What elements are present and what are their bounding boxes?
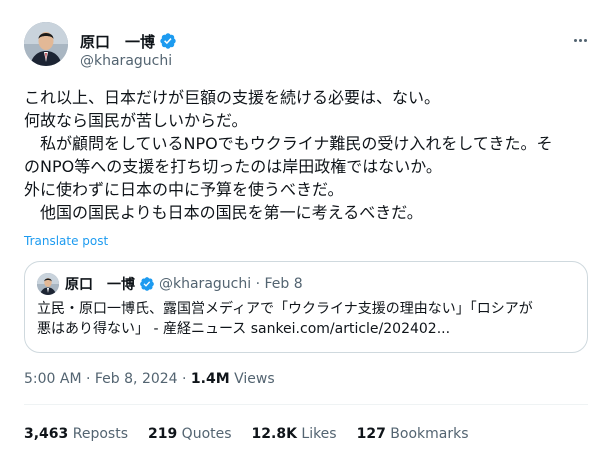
translate-post-link[interactable]: Translate post (24, 234, 108, 248)
quoted-tweet-card[interactable]: 原口 一博 @kharaguchi · Feb 8 立民・原口一博氏、露国営メデ… (24, 261, 588, 353)
tweet-text-line: のNPO等への支援を打ち切ったのは岸田政権ではないか。 (24, 157, 442, 176)
divider (24, 404, 588, 405)
quotes-stat[interactable]: 219 Quotes (148, 426, 232, 442)
views-label: Views (229, 371, 275, 387)
views-count: 1.4M (190, 371, 230, 387)
likes-label: Likes (296, 426, 337, 442)
quote-text-line: 立民・原口一博氏、露国営メディアで「ウクライナ支援の理由ない」「ロシアが (37, 301, 533, 317)
more-dot (583, 38, 587, 42)
more-dot (573, 38, 577, 42)
quotes-count: 219 (148, 426, 178, 442)
quote-header: 原口 一博 @kharaguchi · Feb 8 (65, 274, 303, 294)
bookmarks-count: 127 (356, 426, 386, 442)
more-options-icon[interactable] (570, 33, 590, 47)
quote-text: 立民・原口一博氏、露国営メディアで「ウクライナ支援の理由ない」「ロシアが 悪はあ… (37, 299, 582, 339)
quote-text-line: 悪はあり得ない」 - 産経ニュース sankei.com/article/202… (37, 321, 451, 337)
quotes-label: Quotes (177, 426, 232, 442)
engagement-stats: 3,463 Reposts 219 Quotes 12.8K Likes 127… (24, 426, 469, 442)
tweet-detail: 原口 一博 @kharaguchi これ以上、日本だけが巨額の支援を続ける必要は… (0, 0, 607, 458)
quote-handle-date[interactable]: @kharaguchi · Feb 8 (159, 276, 303, 292)
avatar-photo-icon (24, 22, 68, 66)
reposts-stat[interactable]: 3,463 Reposts (24, 426, 128, 442)
author-handle[interactable]: @kharaguchi (80, 53, 172, 69)
quote-author-name[interactable]: 原口 一博 (65, 274, 135, 294)
author-name-row[interactable]: 原口 一博 (80, 31, 177, 51)
verified-badge-icon (160, 33, 176, 49)
more-dot (578, 38, 582, 42)
bookmarks-stat[interactable]: 127 Bookmarks (357, 426, 469, 442)
tweet-text-line: 何故なら国民が苦しいからだ。 (24, 111, 248, 130)
reposts-count: 3,463 (24, 426, 69, 442)
likes-stat[interactable]: 12.8K Likes (252, 426, 337, 442)
tweet-text-line: これ以上、日本だけが巨額の支援を続ける必要は、ない。 (24, 88, 441, 107)
reposts-label: Reposts (68, 426, 128, 442)
tweet-timestamp[interactable]: 5:00 AM · Feb 8, 2024 · (24, 371, 191, 387)
avatar-photo-icon (37, 273, 59, 295)
tweet-text: これ以上、日本だけが巨額の支援を続ける必要は、ない。 何故なら国民が苦しいからだ… (24, 86, 594, 224)
tweet-text-line: 外に使わずに日本の中に予算を使うべきだ。 (24, 180, 344, 199)
verified-badge-icon (140, 277, 154, 291)
tweet-text-line: 他国の国民よりも日本の国民を第一に考えるべきだ。 (24, 203, 423, 222)
likes-count: 12.8K (251, 426, 297, 442)
author-display-name[interactable]: 原口 一博 (80, 31, 155, 52)
tweet-text-line: 私が顧問をしているNPOでもウクライナ難民の受け入れをしてきた。そ (24, 134, 553, 153)
tweet-meta: 5:00 AM · Feb 8, 2024 · 1.4M Views (24, 371, 275, 387)
author-avatar[interactable] (24, 22, 68, 66)
bookmarks-label: Bookmarks (385, 426, 469, 442)
quote-author-avatar[interactable] (37, 273, 59, 295)
